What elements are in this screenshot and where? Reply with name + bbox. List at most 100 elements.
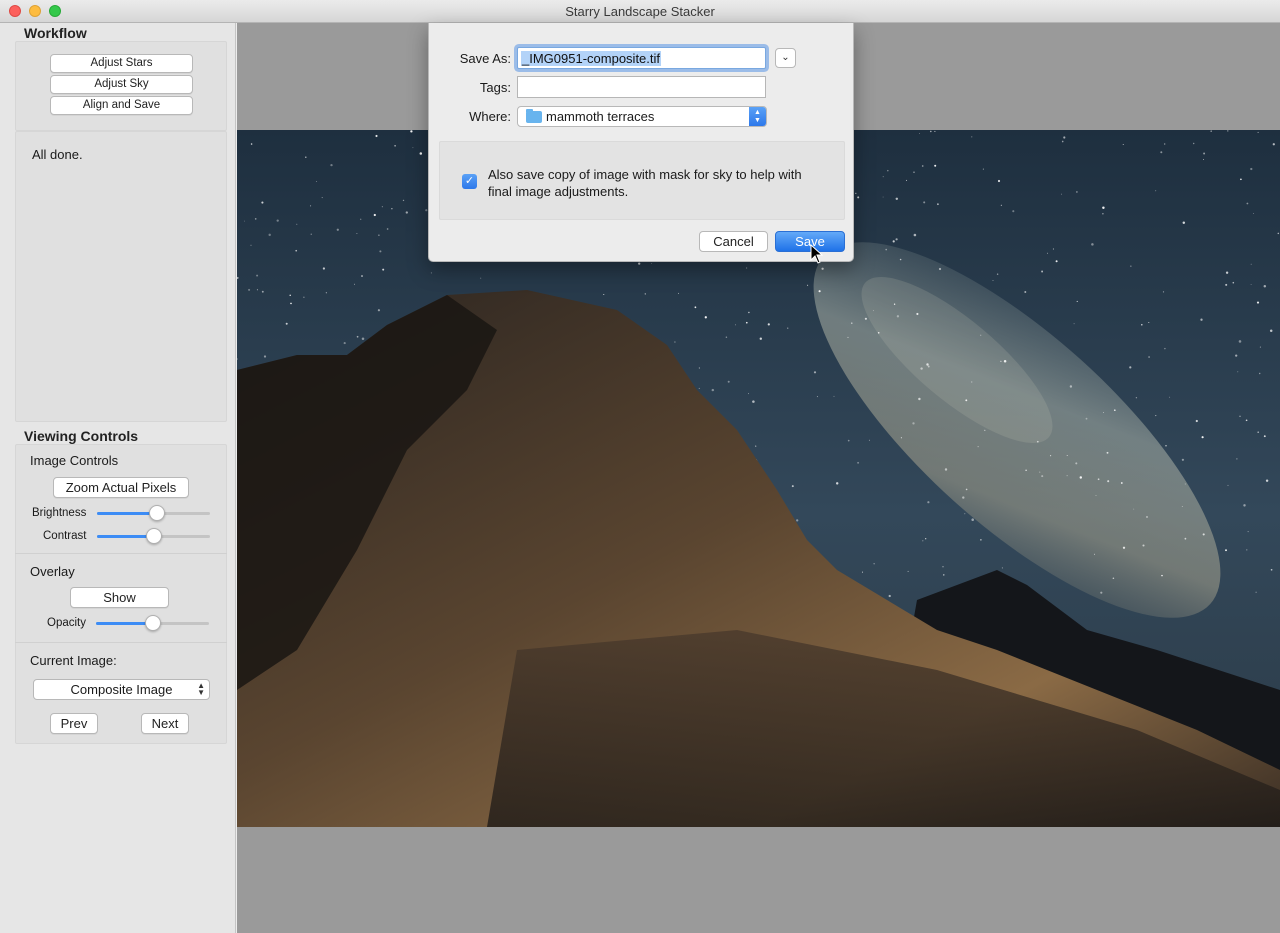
next-button[interactable]: Next: [141, 713, 189, 734]
star: [644, 293, 646, 295]
star: [263, 355, 267, 358]
chevron-down-icon: ⌄: [781, 52, 790, 63]
expand-dialog-button[interactable]: ⌄: [775, 48, 796, 68]
star: [767, 323, 770, 326]
star: [1120, 482, 1123, 484]
star: [796, 519, 799, 522]
star: [912, 422, 915, 425]
save-mask-copy-checkbox[interactable]: ✓: [462, 174, 477, 189]
star: [694, 306, 697, 309]
star: [354, 283, 355, 285]
tags-input[interactable]: [518, 77, 765, 97]
star: [1103, 411, 1104, 413]
star: [1155, 190, 1157, 192]
star: [1195, 419, 1198, 423]
star: [1093, 553, 1096, 555]
current-image-label: Current Image:: [30, 653, 117, 668]
adjust-sky-button[interactable]: Adjust Sky: [50, 75, 193, 94]
star: [330, 163, 333, 167]
star: [752, 400, 755, 403]
zoom-actual-pixels-button[interactable]: Zoom Actual Pixels: [53, 477, 189, 498]
adjust-stars-button[interactable]: Adjust Stars: [50, 54, 193, 73]
star: [927, 501, 930, 504]
star: [1003, 359, 1007, 363]
star: [1085, 417, 1088, 420]
star: [1050, 455, 1052, 457]
tags-field[interactable]: [517, 76, 766, 98]
star: [638, 262, 641, 265]
star: [1263, 435, 1266, 438]
align-and-save-button[interactable]: Align and Save: [50, 96, 193, 115]
star: [727, 380, 730, 383]
star: [1066, 455, 1068, 456]
star: [944, 468, 948, 471]
where-label: Where:: [469, 109, 511, 124]
where-select[interactable]: mammoth terraces ▲ ▼: [517, 106, 767, 127]
prev-button[interactable]: Prev: [50, 713, 98, 734]
star: [1025, 469, 1027, 472]
star: [1252, 212, 1255, 215]
opacity-slider[interactable]: [96, 614, 209, 632]
star: [1100, 591, 1103, 594]
star: [807, 284, 809, 286]
star: [895, 238, 898, 241]
star: [1246, 202, 1249, 205]
star: [1272, 143, 1275, 146]
star: [1227, 130, 1229, 132]
star: [934, 130, 936, 132]
opacity-slider-knob[interactable]: [144, 615, 161, 631]
contrast-slider[interactable]: [97, 527, 210, 545]
star: [419, 152, 423, 155]
workflow-title: Workflow: [24, 25, 87, 41]
star: [381, 206, 383, 208]
star: [698, 367, 700, 369]
star: [847, 439, 850, 442]
star: [921, 165, 924, 167]
star: [1135, 397, 1138, 399]
star: [899, 258, 902, 261]
star: [934, 164, 937, 167]
contrast-slider-knob[interactable]: [145, 528, 162, 544]
star: [394, 144, 396, 147]
cancel-button[interactable]: Cancel: [699, 231, 768, 252]
star: [1061, 140, 1064, 143]
star: [1063, 136, 1066, 139]
star: [1097, 478, 1100, 481]
star: [1250, 284, 1252, 285]
star: [261, 290, 264, 293]
star: [1169, 396, 1171, 398]
star: [303, 296, 305, 298]
star: [1239, 415, 1241, 417]
star: [1181, 458, 1184, 461]
brightness-slider[interactable]: [97, 504, 210, 522]
star: [1146, 516, 1148, 518]
star: [1236, 458, 1238, 460]
sidebar: Workflow Adjust Stars Adjust Sky Align a…: [0, 23, 236, 933]
star: [1075, 462, 1078, 465]
star: [603, 294, 605, 295]
star: [971, 518, 974, 521]
star: [942, 566, 944, 568]
star: [1060, 193, 1063, 195]
star: [927, 365, 930, 368]
star: [1041, 270, 1044, 273]
star: [1066, 475, 1068, 477]
star: [1052, 248, 1054, 250]
save-as-field[interactable]: _IMG0951-composite.tif: [517, 47, 766, 69]
brightness-slider-knob[interactable]: [148, 505, 165, 521]
current-image-select[interactable]: Composite Image ▲ ▼: [33, 679, 210, 700]
star: [1247, 531, 1249, 533]
star: [391, 208, 393, 210]
star: [402, 199, 405, 202]
star: [343, 342, 346, 345]
overlay-label: Overlay: [30, 564, 75, 579]
checkmark-icon: ✓: [464, 175, 475, 187]
show-overlay-button[interactable]: Show: [70, 587, 169, 608]
star: [872, 310, 874, 312]
star: [926, 363, 929, 366]
star: [833, 395, 835, 397]
star: [895, 197, 899, 201]
options-panel: ✓ Also save copy of image with mask for …: [439, 141, 845, 220]
star: [321, 197, 323, 199]
star: [913, 171, 915, 174]
